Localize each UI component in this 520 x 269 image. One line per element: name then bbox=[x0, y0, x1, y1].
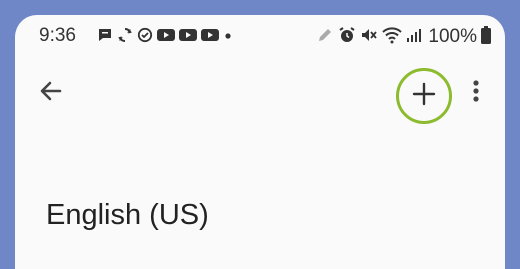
check-circle-icon bbox=[137, 27, 153, 48]
arrow-back-icon bbox=[38, 78, 64, 109]
chat-icon bbox=[97, 27, 113, 48]
status-bar: 9:36 100% bbox=[15, 15, 505, 59]
phone-screen: 9:36 100% English (US) bbox=[15, 15, 505, 269]
language-item-english-us[interactable]: English (US) bbox=[46, 199, 209, 232]
system-status-icons: 100% bbox=[316, 25, 491, 49]
alarm-icon bbox=[338, 26, 356, 49]
notification-icons bbox=[97, 27, 233, 47]
wifi-icon bbox=[382, 26, 403, 49]
device-frame: 9:36 100% English (US) bbox=[0, 0, 520, 269]
youtube-icon bbox=[179, 28, 197, 47]
mute-icon bbox=[360, 26, 378, 49]
more-options-button[interactable] bbox=[467, 77, 485, 109]
youtube-icon bbox=[201, 28, 219, 47]
pen-icon bbox=[316, 26, 334, 49]
battery-icon bbox=[481, 25, 491, 49]
dot-icon bbox=[223, 28, 233, 46]
plus-icon bbox=[412, 82, 436, 111]
more-vert-icon bbox=[472, 79, 480, 108]
add-language-button[interactable] bbox=[396, 68, 452, 124]
youtube-icon bbox=[157, 28, 175, 47]
back-button[interactable] bbox=[35, 77, 67, 109]
status-time: 9:36 bbox=[39, 25, 76, 46]
signal-icon bbox=[406, 27, 422, 48]
battery-percentage: 100% bbox=[428, 26, 477, 47]
sync-icon bbox=[117, 27, 133, 48]
